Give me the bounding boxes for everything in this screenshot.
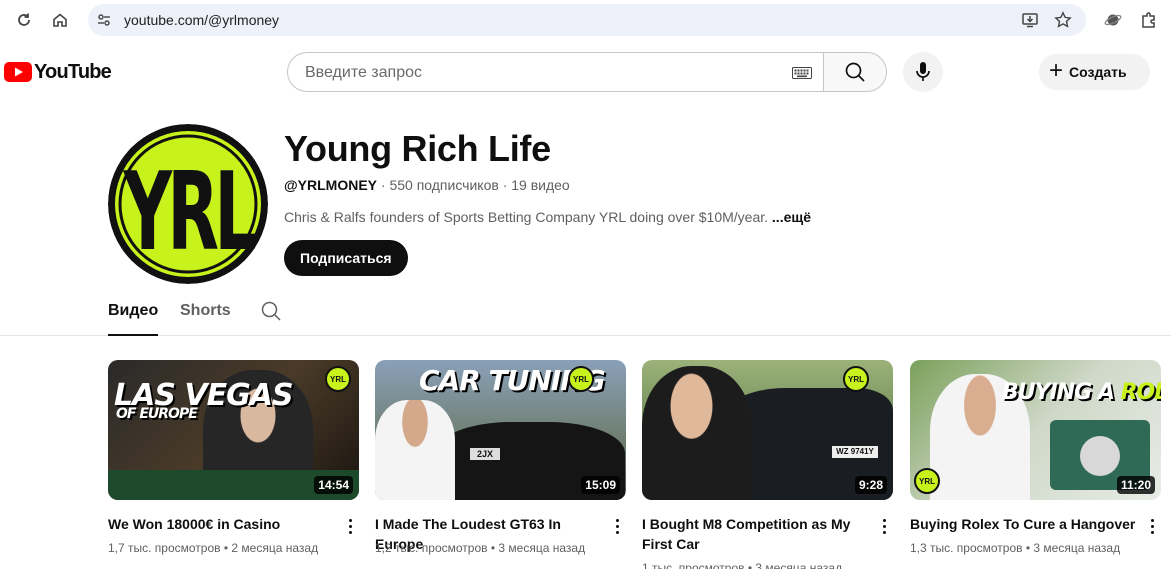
tab-shorts[interactable]: Shorts xyxy=(180,302,231,336)
create-label: Создать xyxy=(1069,64,1127,80)
upload-age: 3 месяца назад xyxy=(498,541,586,555)
youtube-wordmark: YouTube xyxy=(34,60,112,83)
search-input[interactable]: Введите запрос xyxy=(287,52,824,92)
more-actions-icon[interactable] xyxy=(874,514,894,538)
video-title[interactable]: Buying Rolex To Cure a Hangover xyxy=(910,514,1138,534)
youtube-play-icon xyxy=(4,62,32,82)
more-link[interactable]: ...ещё xyxy=(772,209,811,225)
channel-badge: YRL xyxy=(843,366,869,392)
thumbnail-person xyxy=(642,366,752,500)
video-duration: 14:54 xyxy=(314,476,353,494)
video-duration: 11:20 xyxy=(1116,476,1155,494)
avatar-logo-text: YRL xyxy=(123,151,256,276)
channel-badge: YRL xyxy=(914,468,940,494)
tab-videos[interactable]: Видео xyxy=(108,302,159,336)
create-button[interactable]: + Создать xyxy=(1039,54,1150,90)
more-actions-icon[interactable] xyxy=(1142,514,1162,538)
thumbnail-title-text: BUYING A ROLEX xyxy=(1002,380,1161,405)
upload-age: 2 месяца назад xyxy=(231,541,319,555)
thumbnail-plate: 2JX xyxy=(470,448,500,460)
microphone-icon xyxy=(916,62,930,81)
more-actions-icon[interactable] xyxy=(607,514,627,538)
video-thumbnail[interactable]: 2JX CAR TUNING YRL 15:09 xyxy=(375,360,626,500)
voice-search-button[interactable] xyxy=(903,52,943,92)
view-count: 1,3 тыс. просмотров xyxy=(910,541,1023,555)
channel-badge: YRL xyxy=(568,366,594,392)
extension-planet-icon[interactable] xyxy=(1101,8,1125,32)
channel-description[interactable]: Chris & Ralfs founders of Sports Betting… xyxy=(284,209,811,225)
channel-avatar[interactable]: YRL xyxy=(108,124,268,284)
channel-badge: YRL xyxy=(325,366,351,392)
video-title[interactable]: I Bought M8 Competition as My First Car xyxy=(642,514,870,554)
reload-icon[interactable] xyxy=(12,8,36,32)
description-text: Chris & Ralfs founders of Sports Betting… xyxy=(284,209,769,225)
thumbnail-subtitle-text: OF EUROPE xyxy=(116,406,198,422)
view-count: 1,2 тыс. просмотров xyxy=(375,541,488,555)
view-count: 1 тыс. просмотров xyxy=(642,561,745,569)
plus-icon: + xyxy=(1049,57,1064,84)
video-thumbnail[interactable]: LAS VEGAS OF EUROPE YRL 14:54 xyxy=(108,360,359,500)
more-actions-icon[interactable] xyxy=(340,514,360,538)
keyboard-icon[interactable] xyxy=(792,66,812,79)
youtube-logo[interactable]: YouTube xyxy=(4,60,112,84)
channel-search-icon[interactable] xyxy=(260,300,284,324)
search-button[interactable] xyxy=(823,52,887,92)
home-icon[interactable] xyxy=(48,8,72,32)
channel-handle: @YRLMONEY xyxy=(284,177,377,193)
extensions-puzzle-icon[interactable] xyxy=(1137,8,1161,32)
upload-age: 3 месяца назад xyxy=(1033,541,1121,555)
upload-age: 3 месяца назад xyxy=(755,561,843,569)
search-icon xyxy=(845,62,865,82)
video-meta: 1 тыс. просмотров • 3 месяца назад xyxy=(642,561,842,569)
browser-toolbar: youtube.com/@yrlmoney xyxy=(0,0,1171,40)
site-settings-icon[interactable] xyxy=(94,10,114,30)
thumbnail-title-line1: BUYING A xyxy=(1002,380,1115,405)
video-meta: 1,3 тыс. просмотров • 3 месяца назад xyxy=(910,541,1120,555)
channel-meta: @YRLMONEY · 550 подписчиков · 19 видео xyxy=(284,177,570,193)
channel-tabs: Видео Shorts xyxy=(0,296,1171,336)
thumbnail-title-line2: ROLEX xyxy=(1120,380,1161,405)
url-text[interactable]: youtube.com/@yrlmoney xyxy=(124,12,279,28)
video-duration: 15:09 xyxy=(581,476,620,494)
search-placeholder: Введите запрос xyxy=(305,64,422,81)
subscriber-count: 550 подписчиков xyxy=(389,177,499,193)
video-count: 19 видео xyxy=(511,177,570,193)
video-title[interactable]: We Won 18000€ in Casino xyxy=(108,514,336,534)
thumbnail-plate: WZ 9741Y xyxy=(832,446,878,458)
video-meta: 1,7 тыс. просмотров • 2 месяца назад xyxy=(108,541,318,555)
subscribe-button[interactable]: Подписаться xyxy=(284,240,408,276)
video-thumbnail[interactable]: WZ 9741Y YRL 9:28 xyxy=(642,360,893,500)
video-duration: 9:28 xyxy=(854,476,887,494)
video-meta: 1,2 тыс. просмотров • 3 месяца назад xyxy=(375,541,585,555)
search-bar: Введите запрос xyxy=(287,52,887,92)
thumbnail-watch xyxy=(1080,436,1120,476)
install-app-icon[interactable] xyxy=(1020,10,1040,30)
address-bar[interactable]: youtube.com/@yrlmoney xyxy=(88,4,1086,36)
thumbnail-person xyxy=(375,400,455,500)
meta-separator: · xyxy=(502,177,512,193)
video-thumbnail[interactable]: BUYING A ROLEX YRL 11:20 xyxy=(910,360,1161,500)
bookmark-star-icon[interactable] xyxy=(1053,10,1073,30)
channel-name: Young Rich Life xyxy=(284,128,551,169)
view-count: 1,7 тыс. просмотров xyxy=(108,541,221,555)
